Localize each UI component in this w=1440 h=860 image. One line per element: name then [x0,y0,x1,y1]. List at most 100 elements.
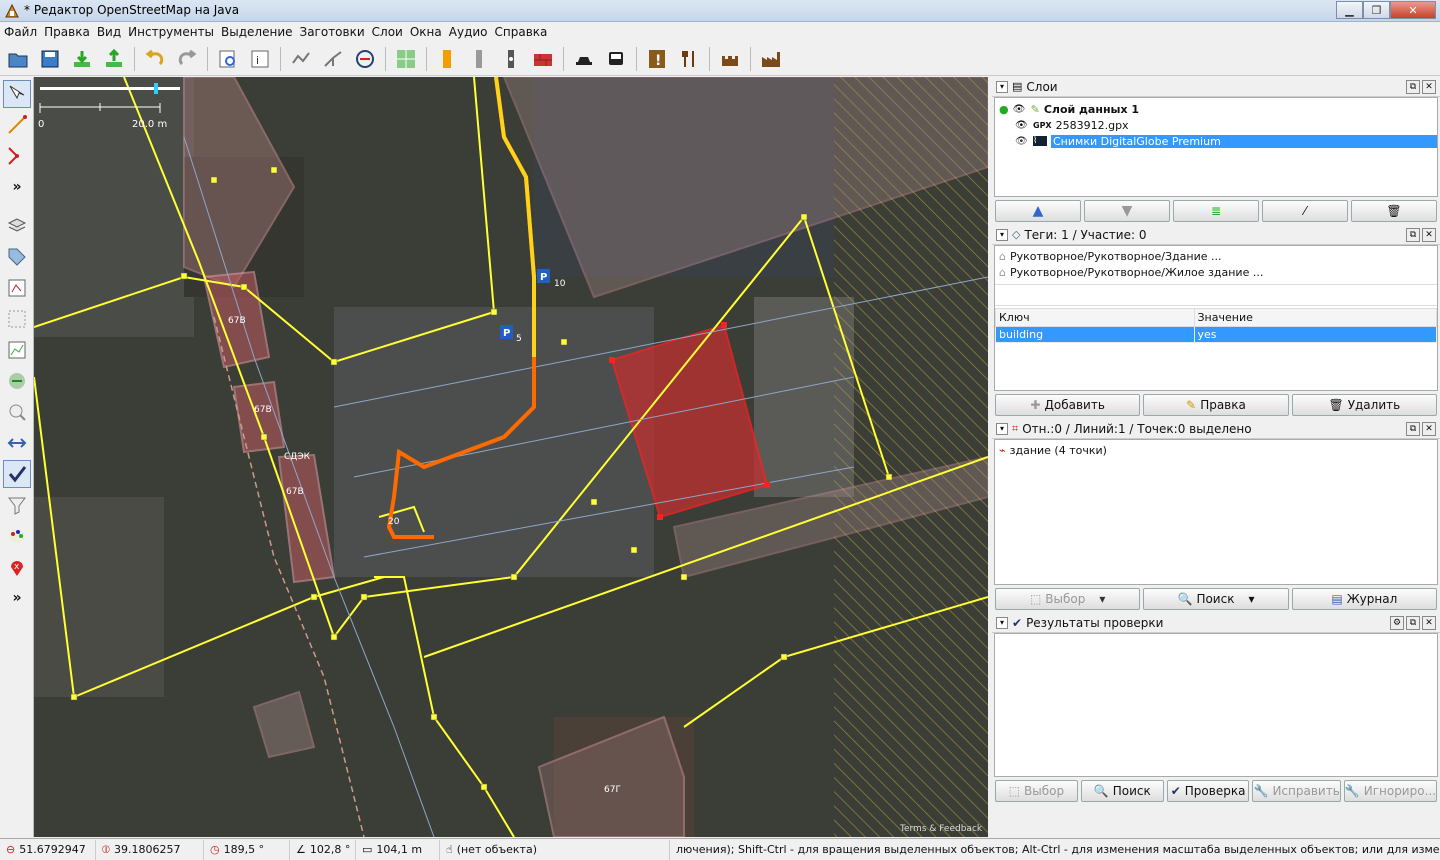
detach-icon[interactable]: ⧉ [1406,422,1420,436]
search-button[interactable]: 🔍 Поиск ▾ [1143,588,1289,610]
preset-castle-button[interactable] [716,45,744,73]
edit-tag-button[interactable]: ✎ Правка [1143,394,1289,416]
improve-way-icon [8,147,19,165]
maximize-button[interactable]: ❐ [1363,1,1390,19]
conflict-toggle-button[interactable] [3,367,31,395]
menu-audio[interactable]: Аудио [449,25,488,39]
split-way-button[interactable] [319,45,347,73]
improve-way-button[interactable] [3,142,31,170]
relation-toggle-button[interactable] [3,429,31,457]
layer-row[interactable]: ● 👁 ✎ Слой данных 1 [995,101,1437,117]
preset-warning-button[interactable]: ! [643,45,671,73]
preset-road-button[interactable] [433,45,461,73]
close-icon[interactable]: ✕ [1422,228,1436,242]
column-value[interactable]: Значение [1193,308,1437,327]
layers-toggle-button[interactable] [3,212,31,240]
preset-row[interactable]: ⌂ Рукотворное/Рукотворное/Жилое здание .… [995,264,1437,280]
collapse-icon[interactable]: ▾ [996,228,1008,241]
simplify-way-button[interactable] [287,45,315,73]
style-toggle-button[interactable] [3,522,31,550]
delete-tag-button[interactable]: 🗑 Удалить [1291,394,1437,416]
select-mode-button[interactable] [3,80,31,108]
tag-value[interactable]: yes [1193,326,1437,343]
move-down-button[interactable]: ▼ [1084,200,1170,222]
combine-way-button[interactable] [351,45,379,73]
menu-file[interactable]: Файл [4,25,37,39]
fix-button[interactable]: 🔧 Исправить [1252,780,1341,802]
redo-button[interactable] [173,45,201,73]
history-toggle-button[interactable] [3,336,31,364]
open-file-button[interactable] [4,45,32,73]
preset-row[interactable]: ⌂ Рукотворное/Рукотворное/Здание ... [995,248,1437,264]
preferences-button[interactable] [214,45,242,73]
menu-edit[interactable]: Правка [44,25,90,39]
layer-row-selected[interactable]: 👁 ⌇ Снимки DigitalGlobe Premium [995,133,1437,149]
visibility-eye-icon[interactable]: 👁 [1015,136,1029,147]
upload-button[interactable] [100,45,128,73]
selection-toggle-button[interactable] [3,274,31,302]
preset-food-button[interactable] [675,45,703,73]
map-view[interactable]: 67В 67В 67В СДЭК 20 67Г 10 5 P P 0 20.0 … [34,77,988,837]
visibility-eye-icon[interactable]: 👁 [1013,104,1027,115]
menu-presets[interactable]: Заготовки [300,25,365,39]
collapse-icon[interactable]: ▾ [996,80,1008,93]
filter-toggle-button[interactable] [3,491,31,519]
menu-help[interactable]: Справка [495,25,548,39]
preset-track-button[interactable] [465,45,493,73]
close-icon[interactable]: ✕ [1422,616,1436,630]
close-icon[interactable]: ✕ [1422,80,1436,94]
map-attribution[interactable]: Terms & Feedback [899,824,983,834]
menu-windows[interactable]: Окна [410,25,442,39]
arrow-up-icon: ▲ [1032,203,1044,219]
close-button[interactable]: ✕ [1390,1,1436,19]
info-button[interactable]: i [246,45,274,73]
validate-button[interactable]: ✔ Проверка [1166,780,1250,802]
detach-icon[interactable]: ⧉ [1406,616,1420,630]
table-row[interactable]: building yes [995,326,1437,343]
draw-mode-button[interactable] [3,111,31,139]
preset-barrier-button[interactable] [529,45,557,73]
settings-icon[interactable]: ⚙ [1390,616,1404,630]
layer-row[interactable]: 👁 GPX 2583912.gpx [995,117,1437,133]
tag-key[interactable]: building [995,326,1195,343]
collapse-icon[interactable]: ▾ [996,616,1008,629]
collapse-icon[interactable]: ▾ [996,422,1008,435]
expand-tools-button[interactable]: » [3,173,31,201]
orthogonalize-button[interactable] [392,45,420,73]
ignore-button[interactable]: 🔧 Игнориро... [1343,780,1438,802]
move-up-button[interactable]: ▲ [995,200,1081,222]
select-button[interactable]: ⬚ Выбор ▾ [995,588,1141,610]
validation-select-button[interactable]: ⬚ Выбор [995,780,1078,802]
detach-icon[interactable]: ⧉ [1406,228,1420,242]
menu-selection[interactable]: Выделение [221,25,292,39]
validation-toggle-button[interactable] [3,460,31,488]
visibility-eye-icon[interactable]: 👁 [1015,120,1029,131]
save-button[interactable] [36,45,64,73]
preset-bus-button[interactable] [602,45,630,73]
download-button[interactable] [68,45,96,73]
menu-view[interactable]: Вид [97,25,121,39]
preset-factory-button[interactable] [757,45,785,73]
tags-toggle-button[interactable] [3,243,31,271]
column-key[interactable]: Ключ [995,308,1195,327]
add-tag-button[interactable]: ✚ Добавить [995,394,1141,416]
map-canvas[interactable]: 67В 67В 67В СДЭК 20 67Г 10 5 P P 0 20.0 … [34,77,988,837]
search-toggle-button[interactable] [3,398,31,426]
history-button[interactable]: ▤ Журнал [1291,588,1437,610]
preset-car-button[interactable] [570,45,598,73]
expand-dialogs-button[interactable]: » [3,584,31,612]
detach-icon[interactable]: ⧉ [1406,80,1420,94]
menu-tools[interactable]: Инструменты [128,25,214,39]
layer-visibility-button[interactable]: ⁄ [1262,200,1348,222]
notes-toggle-button[interactable]: x [3,553,31,581]
validation-search-button[interactable]: 🔍 Поиск [1080,780,1164,802]
menu-layers[interactable]: Слои [372,25,403,39]
activate-layer-button[interactable]: ≣ [1173,200,1259,222]
minimize-button[interactable]: ▁ [1336,1,1363,19]
preset-rail-button[interactable] [497,45,525,73]
list-item[interactable]: ⌁ здание (4 точки) [995,442,1437,458]
close-icon[interactable]: ✕ [1422,422,1436,436]
undo-button[interactable] [141,45,169,73]
minimap-toggle-button[interactable] [3,305,31,333]
delete-layer-button[interactable]: 🗑 [1351,200,1437,222]
